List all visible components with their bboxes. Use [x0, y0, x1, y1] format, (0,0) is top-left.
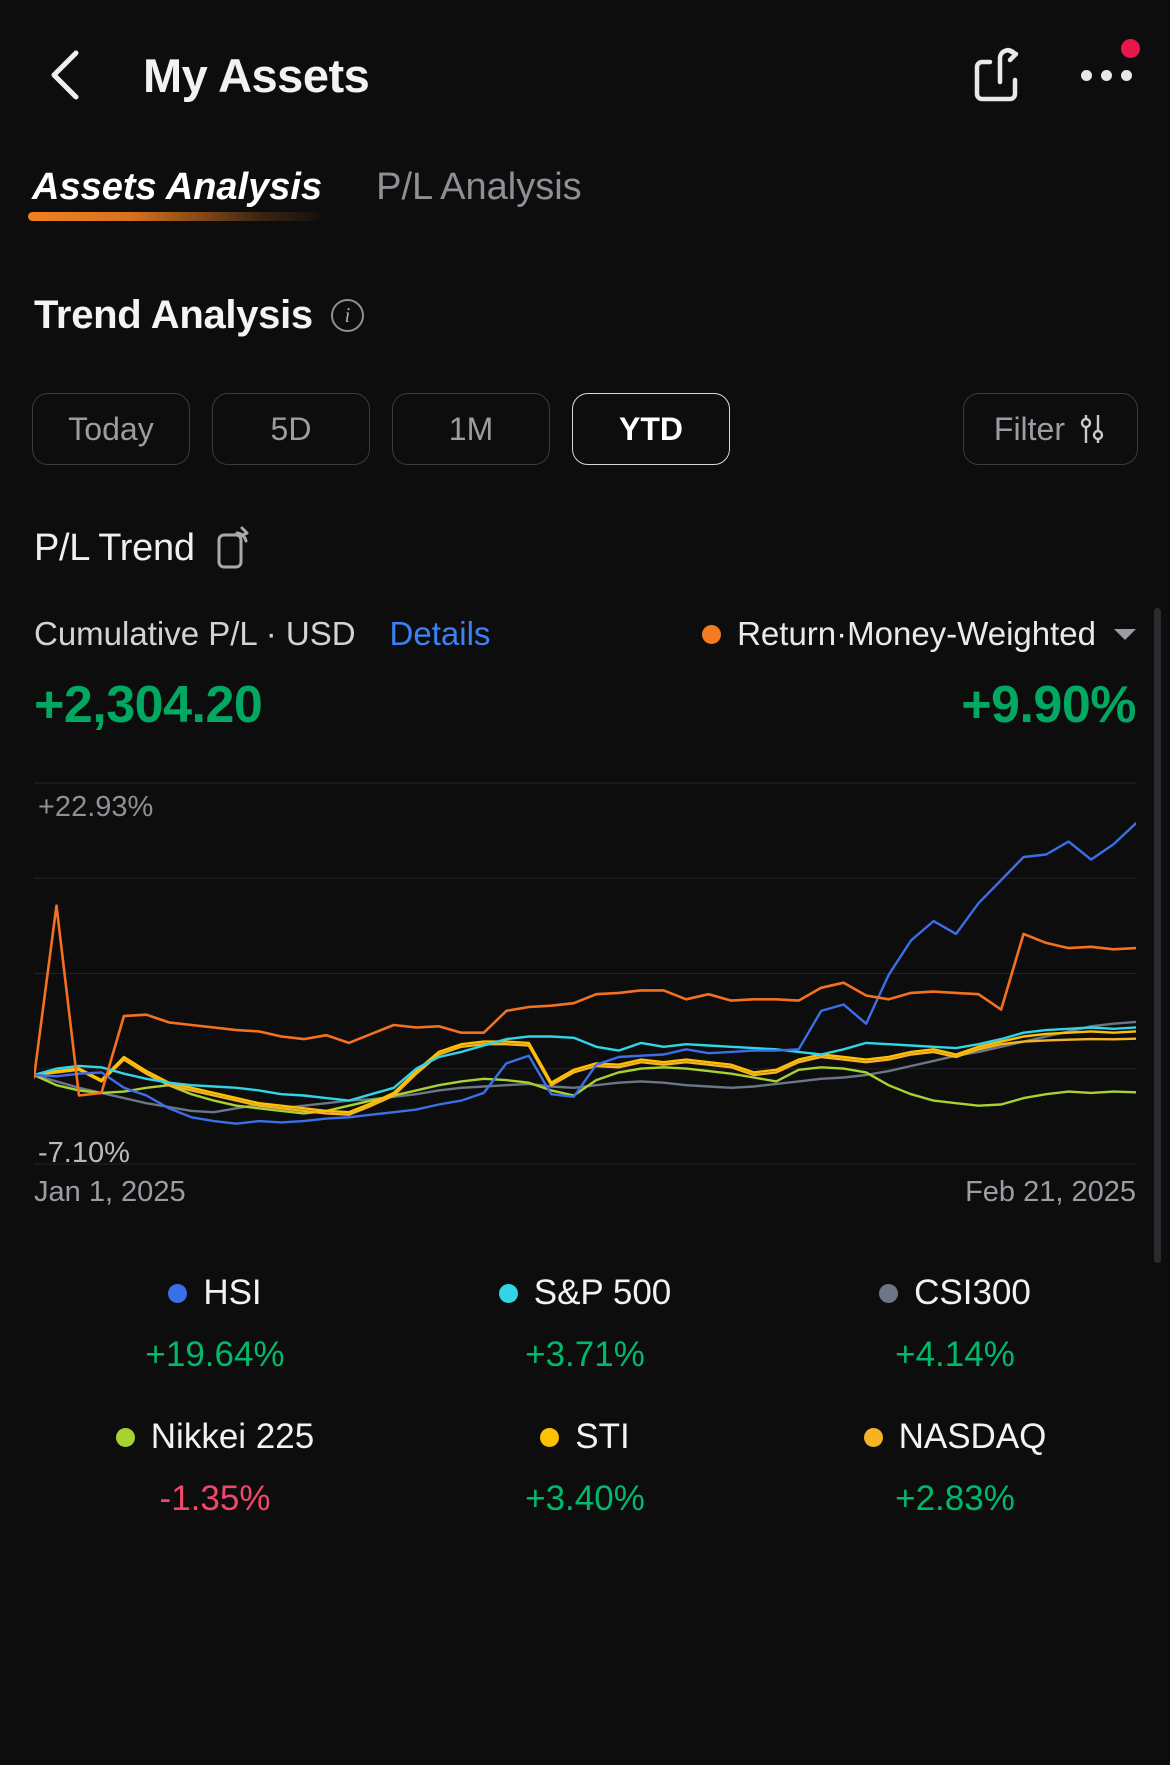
return-method-label: Return·Money-Weighted [737, 615, 1096, 652]
share-button[interactable] [970, 45, 1030, 105]
range-1m[interactable]: 1M [392, 393, 550, 465]
page-title: My Assets [143, 48, 370, 102]
return-series-dot [702, 624, 722, 644]
legend-label-hsi: HSI [203, 1273, 262, 1312]
rotate-screen-icon[interactable] [213, 525, 253, 571]
legend-label-nasdaq: NASDAQ [898, 1417, 1047, 1456]
legend-item-sp500[interactable]: S&P 500 +3.71% [400, 1273, 770, 1411]
cumulative-pl-group: Cumulative P/L · USD Details [34, 615, 490, 653]
axis-min-label: -7.10% [38, 1137, 130, 1169]
range-ytd[interactable]: YTD [572, 393, 730, 465]
chart-start-date: Jan 1, 2025 [34, 1176, 186, 1208]
filter-label: Filter [993, 410, 1065, 447]
legend-dot-nikkei225 [115, 1427, 135, 1447]
tab-pl-analysis[interactable]: P/L Analysis [376, 166, 582, 219]
legend-label-sp500: S&P 500 [533, 1273, 672, 1312]
share-icon [974, 47, 1019, 102]
legend-value-nasdaq: +2.83% [895, 1479, 1015, 1518]
range-5d[interactable]: 5D [212, 393, 370, 465]
legend-dot-hsi [168, 1283, 188, 1303]
app-header: My Assets [0, 0, 1170, 150]
legend-item-hsi[interactable]: HSI +19.64% [30, 1273, 400, 1411]
legend-value-sp500: +3.71% [525, 1335, 645, 1374]
notification-badge [1121, 39, 1140, 58]
section-title: Trend Analysis [34, 293, 313, 337]
legend-value-hsi: +19.64% [145, 1335, 285, 1374]
range-today[interactable]: Today [32, 393, 190, 465]
legend-label-csi300: CSI300 [914, 1273, 1031, 1312]
axis-max-label: +22.93% [38, 791, 154, 823]
tab-bar: Assets Analysis P/L Analysis [0, 166, 1170, 221]
filter-button[interactable]: Filter [962, 393, 1138, 465]
pl-trend-header: P/L Trend [0, 525, 1170, 571]
header-actions [970, 39, 1140, 105]
legend-value-sti: +3.40% [525, 1479, 645, 1518]
pl-trend-title: P/L Trend [34, 526, 195, 569]
chevron-left-icon [51, 50, 79, 100]
pl-values-row: +2,304.20 +9.90% [0, 675, 1170, 735]
legend-item-sti[interactable]: STI +3.40% [400, 1417, 770, 1555]
chevron-down-icon [1114, 628, 1136, 640]
legend-item-csi300[interactable]: CSI300 +4.14% [770, 1273, 1140, 1411]
legend-dot-sti [540, 1427, 560, 1447]
back-button[interactable] [34, 43, 98, 107]
return-percent-value: +9.90% [961, 676, 1136, 734]
return-method-selector[interactable]: Return·Money-Weighted [702, 615, 1136, 653]
cumulative-pl-value: +2,304.20 [34, 676, 263, 734]
more-horizontal-icon [1080, 69, 1132, 81]
legend-item-nikkei225[interactable]: Nikkei 225 -1.35% [30, 1417, 400, 1555]
pl-trend-chart[interactable]: +22.93% -7.10% [0, 781, 1170, 1169]
more-options-button[interactable] [1076, 39, 1140, 105]
range-selector: Today 5D 1M YTD Filter [0, 393, 1170, 465]
details-link[interactable]: Details [390, 615, 491, 653]
filter-sliders-icon [1077, 412, 1107, 446]
legend-label-nikkei225: Nikkei 225 [150, 1417, 315, 1456]
pl-trend-sublabels: Cumulative P/L · USD Details Return·Mone… [0, 615, 1170, 653]
legend-value-csi300: +4.14% [895, 1335, 1015, 1374]
chart-canvas [34, 781, 1136, 1166]
index-legend-grid: HSI +19.64% S&P 500 +3.71% CSI300 +4.14%… [0, 1273, 1170, 1555]
legend-dot-nasdaq [863, 1427, 883, 1447]
tab-assets-analysis[interactable]: Assets Analysis [27, 166, 322, 221]
cumulative-pl-label: Cumulative P/L · USD [34, 615, 356, 652]
info-icon[interactable]: i [330, 299, 364, 332]
chart-date-axis: Jan 1, 2025 Feb 21, 2025 [0, 1176, 1170, 1209]
legend-label-sti: STI [575, 1417, 630, 1456]
trend-analysis-header: Trend Analysis i [0, 293, 1170, 338]
legend-item-nasdaq[interactable]: NASDAQ +2.83% [770, 1417, 1140, 1555]
legend-dot-csi300 [879, 1283, 899, 1303]
chart-end-date: Feb 21, 2025 [965, 1176, 1136, 1208]
legend-value-nikkei225: -1.35% [159, 1479, 271, 1518]
page-scrollbar[interactable] [1154, 608, 1161, 1263]
legend-dot-sp500 [498, 1283, 518, 1303]
